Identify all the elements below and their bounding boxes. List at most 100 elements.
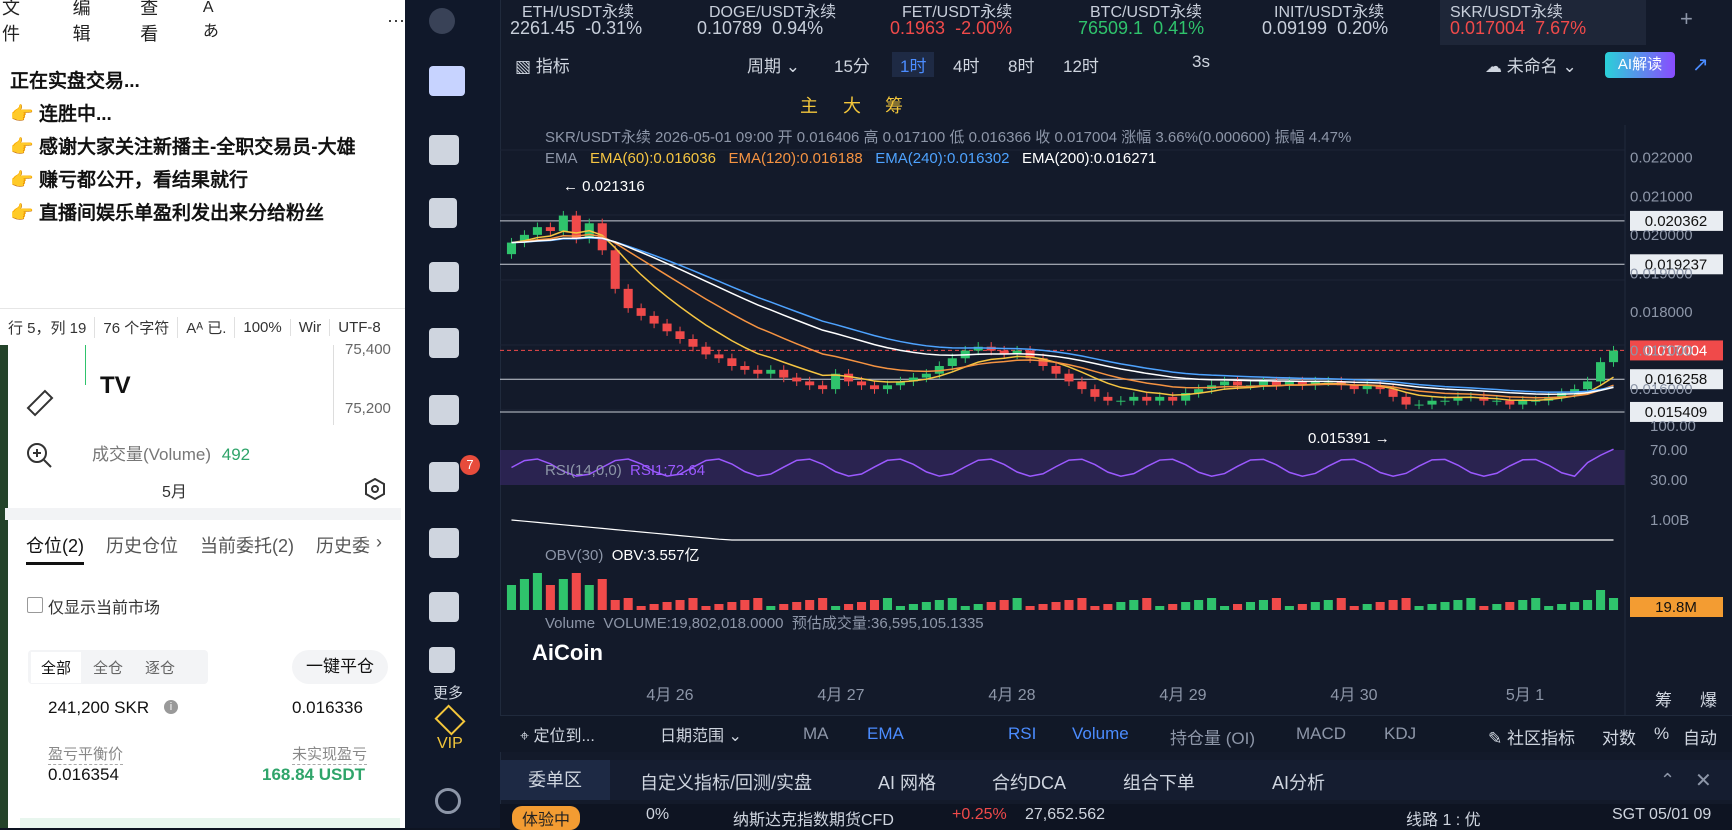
only-current-checkbox[interactable] (27, 597, 43, 613)
share-icon[interactable]: ↗ (1692, 52, 1709, 77)
line-status[interactable]: 线路 1 : 优 (1406, 806, 1481, 830)
kline-chart[interactable]: 0.0203620.0192370.0170040.0162580.015409… (500, 125, 1732, 725)
wallet2-icon[interactable] (429, 528, 459, 558)
line-ending[interactable]: Wir (291, 318, 331, 336)
obv-value: OBV:3.557亿 (611, 547, 700, 564)
ticker-init[interactable]: INIT/USDT永续 0.09199 0.20% (1262, 0, 1432, 45)
add-tab-icon[interactable]: + (1680, 6, 1693, 32)
refresh-rate[interactable]: 3s (1192, 52, 1210, 72)
indicator-oi[interactable]: 持仓量 (OI) (1170, 724, 1255, 749)
filter-cross[interactable]: 全仓 (93, 657, 123, 678)
chips-label[interactable]: 筹 (1655, 686, 1672, 711)
liquidation-label[interactable]: 爆 (1700, 686, 1717, 711)
zoom-level[interactable]: 100% (235, 318, 291, 336)
only-current-label: 仅显示当前市场 (48, 600, 161, 617)
apps-icon[interactable] (429, 647, 455, 673)
logo-icon[interactable] (429, 8, 455, 34)
monitor-chart-icon[interactable] (429, 592, 459, 622)
close-icon[interactable]: ✕ (1695, 768, 1712, 793)
format-indicator: Aᴬ 已. (178, 316, 236, 338)
note-line-4: 👉 赚亏都公开，看结果就行 (10, 170, 248, 191)
filter-isolated[interactable]: 逐仓 (145, 657, 175, 678)
robot-icon[interactable] (429, 262, 459, 292)
tab-order-history[interactable]: 历史委 (316, 532, 370, 568)
settings-gear-icon[interactable] (435, 788, 461, 814)
candle-body (1155, 396, 1165, 401)
news-title[interactable]: 纳斯达克指数期货CFD (733, 806, 894, 830)
locate-button[interactable]: ⌖ 定位到... (520, 722, 595, 746)
font-icon[interactable]: Aあ (203, 0, 227, 41)
ticker-fet[interactable]: FET/USDT永续 0.1963 -2.00% (890, 0, 1060, 45)
document-icon[interactable] (429, 198, 457, 228)
indicator-macd[interactable]: MACD (1296, 724, 1346, 744)
more-icon[interactable]: ··· (387, 10, 405, 31)
date-range-select[interactable]: 日期范围 ⌄ (660, 722, 742, 746)
volume-bar (1505, 602, 1515, 610)
rsi-value: RSI1:72.64 (630, 462, 706, 479)
vip-label[interactable]: VIP (437, 735, 463, 753)
indicators-button[interactable]: ▧ 指标 (515, 52, 570, 77)
tab-ai-grid[interactable]: AI 网格 (878, 769, 936, 795)
x-tick-label: 5月 1 (1506, 687, 1544, 704)
position-tabs: 仓位(2) 历史仓位 当前委托(2) 历史委 › (0, 532, 405, 568)
menu-view[interactable]: 查看 (140, 0, 173, 46)
volume-bar (1025, 606, 1035, 610)
ai-interpret-button[interactable]: AI解读 (1605, 52, 1675, 78)
period-select[interactable]: 周期 ⌄ (747, 52, 800, 77)
filter-all[interactable]: 全部 (31, 651, 82, 683)
tab-history-positions[interactable]: 历史仓位 (106, 532, 178, 568)
tab-open-orders[interactable]: 当前委托(2) (200, 532, 294, 568)
close-all-button[interactable]: 一键平仓 (292, 650, 388, 684)
big-order-button[interactable]: 大 (843, 92, 861, 118)
interval-12h[interactable]: 12时 (1063, 52, 1099, 77)
layout-name-select[interactable]: ☁ 未命名 ⌄ (1485, 52, 1577, 77)
zoom-in-icon[interactable] (24, 440, 54, 470)
scale-auto[interactable]: 自动 (1683, 724, 1717, 749)
trial-badge[interactable]: 体验中 (512, 806, 581, 830)
tab-positions[interactable]: 仓位(2) (26, 532, 84, 565)
vip-icon[interactable] (434, 704, 466, 736)
interval-8h[interactable]: 8时 (1008, 52, 1034, 77)
ticker-skr-active[interactable]: SKR/USDT永续 0.017004 7.67% (1440, 0, 1646, 45)
tab-dca[interactable]: 合约DCA (992, 769, 1066, 795)
candle-body (882, 385, 893, 390)
tab-combo-order[interactable]: 组合下单 (1123, 769, 1195, 795)
indicator-ma[interactable]: MA (803, 724, 829, 744)
encoding[interactable]: UTF-8 (330, 319, 389, 336)
interval-1h[interactable]: 1时 (892, 52, 935, 77)
scale-percent[interactable]: % (1654, 724, 1669, 744)
more-label[interactable]: 更多 (433, 682, 463, 703)
main-force-button[interactable]: 主 (800, 92, 818, 118)
chevron-right-icon[interactable]: › (376, 532, 382, 568)
volume-bar (908, 604, 918, 610)
tab-orders[interactable]: 委单区 (500, 760, 610, 800)
chart-icon[interactable] (429, 66, 465, 96)
scale-log[interactable]: 对数 (1602, 724, 1636, 749)
notepad-menubar: 文件 编辑 查看 Aあ ··· (0, 0, 405, 44)
tab-custom-indicator[interactable]: 自定义指标/回测/实盘 (640, 769, 812, 795)
indicator-rsi[interactable]: RSI (1008, 724, 1036, 744)
indicator-kdj[interactable]: KDJ (1384, 724, 1416, 744)
candle-body (805, 381, 815, 386)
ticker-btc[interactable]: BTC/USDT永续 76509.1 0.41% (1078, 0, 1248, 45)
volume-bar (1557, 604, 1567, 610)
indicator-ema[interactable]: EMA (867, 724, 904, 744)
settings-icon[interactable] (364, 477, 386, 501)
message-icon[interactable] (429, 462, 459, 492)
analytics-icon[interactable] (429, 328, 459, 358)
menu-edit[interactable]: 编辑 (73, 0, 106, 46)
volume-bar (740, 600, 750, 610)
ticker-doge[interactable]: DOGE/USDT永续 0.10789 0.94% (697, 0, 867, 45)
interval-15m[interactable]: 15分 (834, 52, 870, 77)
news-icon[interactable] (429, 135, 459, 165)
community-indicators[interactable]: ✎ 社区指标 (1488, 724, 1575, 749)
collapse-icon[interactable]: ⌃ (1660, 770, 1675, 791)
interval-4h[interactable]: 4时 (953, 52, 979, 77)
tab-ai-analysis[interactable]: AI分析 (1272, 769, 1325, 795)
ticker-eth[interactable]: ETH/USDT永续 2261.45 -0.31% (510, 0, 665, 45)
ruler-icon[interactable] (24, 388, 54, 418)
chips-button[interactable]: 筹 (885, 92, 903, 118)
menu-file[interactable]: 文件 (2, 0, 35, 46)
indicator-volume[interactable]: Volume (1072, 724, 1129, 744)
wallet-icon[interactable] (429, 395, 459, 425)
